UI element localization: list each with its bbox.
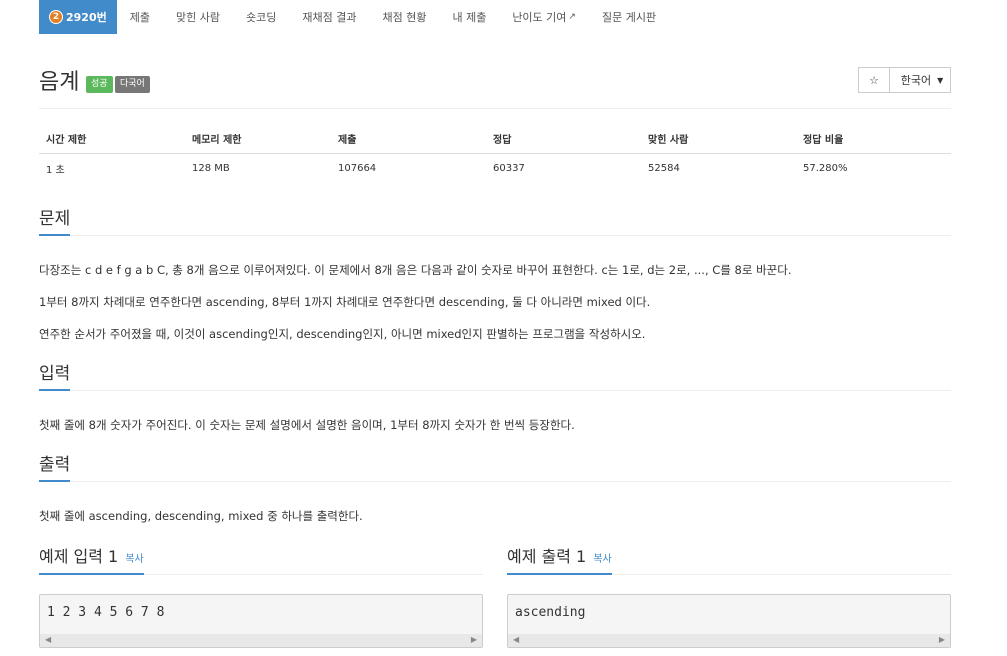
header-memory-limit: 메모리 제한 [192, 135, 242, 146]
info-value-row: 1 초 128 MB 107664 60337 52584 57.280% [39, 154, 951, 182]
output-description: 첫째 줄에 ascending, descending, mixed 중 하나를… [39, 509, 363, 523]
sample-input-title: 예제 입력 1 [39, 547, 119, 566]
sample-input-header: 예제 입력 1 복사 [39, 543, 483, 575]
nav-tab-submit[interactable]: 제출 [117, 0, 163, 34]
sample-output-panel: 예제 출력 1 복사 ascending ◀ ▶ [507, 543, 951, 648]
scroll-left-icon[interactable]: ◀ [513, 635, 519, 644]
nav-tab-difficulty-label: 난이도 기여 [512, 11, 567, 24]
nav-tab-qna[interactable]: 질문 게시판 [589, 0, 669, 34]
header-solved-users: 맞힌 사람 [648, 135, 689, 146]
header-actions: ☆ 한국어 ▼ [858, 67, 951, 93]
nav-tab-rejudge[interactable]: 재채점 결과 [289, 0, 369, 34]
sample-output-title-wrap: 예제 출력 1 복사 [507, 543, 612, 575]
header-time-limit: 시간 제한 [46, 135, 87, 146]
copy-input-button[interactable]: 복사 [125, 554, 143, 565]
sample-output-header: 예제 출력 1 복사 [507, 543, 951, 575]
nav-tab-problem[interactable]: 2 2920번 [39, 0, 117, 34]
star-icon: ☆ [869, 73, 879, 87]
section-output-title: 출력 [39, 452, 71, 482]
section-problem-header: 문제 [39, 206, 951, 236]
sample-input-scrollbar[interactable]: ◀ ▶ [40, 634, 482, 647]
tier-badge-icon: 2 [49, 10, 63, 24]
sample-output-scrollbar[interactable]: ◀ ▶ [508, 634, 950, 647]
sample-output-text: ascending [515, 605, 586, 620]
sample-input-box[interactable]: 1 2 3 4 5 6 7 8 ◀ ▶ [39, 594, 483, 648]
nav-tab-status[interactable]: 채점 현황 [369, 0, 439, 34]
info-header-row: 시간 제한 메모리 제한 제출 정답 맞힌 사람 정답 비율 [39, 124, 951, 154]
value-accepted: 60337 [493, 162, 525, 174]
input-description: 첫째 줄에 8개 숫자가 주어진다. 이 숫자는 문제 설명에서 설명한 음이며… [39, 418, 575, 432]
header-ratio: 정답 비율 [803, 135, 844, 146]
page-title: 음계 [39, 70, 80, 95]
sample-input-text: 1 2 3 4 5 6 7 8 [47, 605, 165, 620]
nav-tab-short-coding[interactable]: 숏코딩 [233, 0, 289, 34]
status-badge-multilang: 다국어 [115, 76, 150, 93]
nav-tab-my-submissions[interactable]: 내 제출 [439, 0, 499, 34]
value-ratio: 57.280% [803, 162, 848, 174]
section-problem-title: 문제 [39, 206, 71, 236]
section-output-header: 출력 [39, 452, 951, 482]
header-accepted: 정답 [493, 135, 512, 146]
sample-output-box[interactable]: ascending ◀ ▶ [507, 594, 951, 648]
problem-info-table: 시간 제한 메모리 제한 제출 정답 맞힌 사람 정답 비율 1 초 128 M… [39, 124, 951, 182]
nav-tab-solved-users[interactable]: 맞힌 사람 [163, 0, 233, 34]
problem-header: 음계 성공 다국어 ☆ 한국어 ▼ [39, 64, 951, 98]
problem-description-p2: 1부터 8까지 차례대로 연주한다면 ascending, 8부터 1까지 차례… [39, 295, 651, 309]
status-badge-success: 성공 [86, 76, 113, 93]
nav-tab-difficulty[interactable]: 난이도 기여 ↗ [499, 0, 589, 34]
section-input-header: 입력 [39, 361, 951, 391]
favorite-button[interactable]: ☆ [858, 67, 890, 93]
value-solved-users: 52584 [648, 162, 680, 174]
sample-input-panel: 예제 입력 1 복사 1 2 3 4 5 6 7 8 ◀ ▶ [39, 543, 483, 648]
problem-description-p3: 연주한 순서가 주어졌을 때, 이것이 ascending인지, descend… [39, 327, 646, 341]
title-divider [39, 108, 951, 109]
caret-down-icon: ▼ [937, 75, 944, 85]
sample-input-title-wrap: 예제 입력 1 복사 [39, 543, 144, 575]
header-submissions: 제출 [338, 135, 357, 146]
problem-nav: 2 2920번 제출 맞힌 사람 숏코딩 재채점 결과 채점 현황 내 제출 난… [39, 0, 669, 34]
copy-output-button[interactable]: 복사 [593, 554, 611, 565]
nav-tab-problem-label: 2920번 [66, 11, 107, 24]
scroll-right-icon[interactable]: ▶ [471, 635, 477, 644]
problem-description-p1: 다장조는 c d e f g a b C, 총 8개 음으로 이루어져있다. 이… [39, 263, 792, 277]
language-label: 한국어 [900, 74, 932, 87]
language-dropdown[interactable]: 한국어 ▼ [890, 67, 951, 93]
scroll-right-icon[interactable]: ▶ [939, 635, 945, 644]
section-input-title: 입력 [39, 361, 71, 391]
external-link-icon: ↗ [568, 12, 576, 22]
value-time-limit: 1 초 [46, 164, 65, 176]
value-submissions: 107664 [338, 162, 377, 174]
scroll-left-icon[interactable]: ◀ [45, 635, 51, 644]
value-memory-limit: 128 MB [192, 162, 230, 174]
sample-output-title: 예제 출력 1 [507, 547, 587, 566]
